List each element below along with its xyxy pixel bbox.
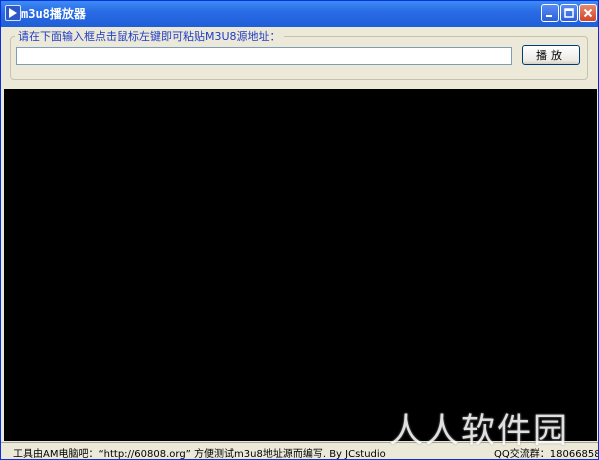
close-button[interactable] (579, 4, 597, 22)
url-input[interactable] (16, 47, 512, 65)
url-group-label: 请在下面输入框点击鼠标左键即可粘贴M3U8源地址： (15, 28, 284, 44)
app-window: m3u8播放器 请在下面输入框点击鼠标左键即可粘贴M3U8源地址： 播放 工具由… (0, 0, 599, 460)
maximize-icon (564, 8, 574, 18)
window-title: m3u8播放器 (21, 7, 86, 21)
minimize-button[interactable] (541, 4, 559, 22)
status-credit-text: 工具由AM电脑吧：“http://60808.org” 方便测试m3u8地址源而… (13, 449, 386, 460)
watermark-logo: 人人软件园 (389, 411, 569, 451)
maximize-button[interactable] (560, 4, 578, 22)
minimize-icon (546, 15, 552, 17)
video-display[interactable] (4, 89, 597, 441)
title-bar[interactable]: m3u8播放器 (1, 1, 598, 27)
close-icon (583, 8, 593, 18)
play-button[interactable]: 播放 (522, 45, 580, 65)
play-icon (5, 5, 21, 21)
